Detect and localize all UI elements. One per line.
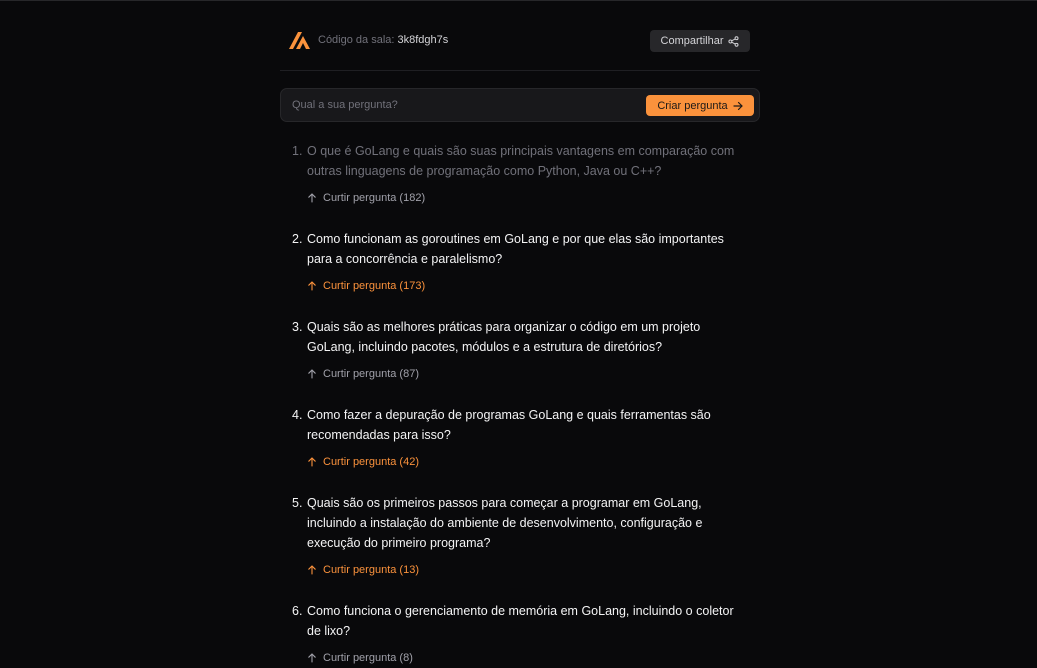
question-number: 4. xyxy=(292,408,303,422)
arrow-up-icon xyxy=(308,369,316,379)
like-button[interactable]: Curtir pergunta (173) xyxy=(307,276,750,296)
room-info: Código da sala: 3k8fdgh7s xyxy=(318,34,448,46)
question-item: 6. Como funciona o gerenciamento de memó… xyxy=(292,601,750,668)
like-label: Curtir pergunta (42) xyxy=(323,456,419,468)
arrow-right-icon xyxy=(733,101,743,110)
question-number: 6. xyxy=(292,604,303,618)
question-text: O que é GoLang e quais são suas principa… xyxy=(307,144,735,178)
question-item: 5. Quais são os primeiros passos para co… xyxy=(292,493,750,580)
share-button[interactable]: Compartilhar xyxy=(650,30,750,52)
question-list: 1. O que é GoLang e quais são suas princ… xyxy=(292,141,750,668)
arrow-up-icon xyxy=(308,281,316,291)
like-button[interactable]: Curtir pergunta (8) xyxy=(307,648,750,668)
question-item: 2. Como funcionam as goroutines em GoLan… xyxy=(292,229,750,296)
arrow-up-icon xyxy=(308,193,316,203)
question-text: Como funciona o gerenciamento de memória… xyxy=(307,604,734,638)
question-text: Quais são os primeiros passos para começ… xyxy=(307,496,703,550)
like-label: Curtir pergunta (8) xyxy=(323,652,413,664)
create-question-button[interactable]: Criar pergunta xyxy=(646,95,754,116)
top-border xyxy=(0,0,1037,1)
like-label: Curtir pergunta (182) xyxy=(323,192,426,204)
header: Código da sala: 3k8fdgh7s Compartilhar xyxy=(280,29,760,53)
like-button[interactable]: Curtir pergunta (182) xyxy=(307,188,750,208)
like-button[interactable]: Curtir pergunta (42) xyxy=(307,452,750,472)
like-button[interactable]: Curtir pergunta (13) xyxy=(307,560,750,580)
create-question-label: Criar pergunta xyxy=(657,99,728,112)
question-text: Quais são as melhores práticas para orga… xyxy=(307,320,701,354)
room-code-label: Código da sala: xyxy=(318,34,395,46)
arrow-up-icon xyxy=(308,653,316,663)
like-button[interactable]: Curtir pergunta (87) xyxy=(307,364,750,384)
question-text: Como fazer a depuração de programas GoLa… xyxy=(307,408,711,442)
share-button-label: Compartilhar xyxy=(660,35,724,47)
question-number: 5. xyxy=(292,496,303,510)
header-divider xyxy=(280,70,760,71)
question-form: Criar pergunta xyxy=(280,88,760,122)
question-text: Como funcionam as goroutines em GoLang e… xyxy=(307,232,724,266)
like-label: Curtir pergunta (87) xyxy=(323,368,419,380)
question-number: 3. xyxy=(292,320,303,334)
arrow-up-icon xyxy=(308,565,316,575)
question-item: 3. Quais são as melhores práticas para o… xyxy=(292,317,750,384)
like-label: Curtir pergunta (13) xyxy=(323,564,419,576)
app-logo-icon xyxy=(289,32,310,49)
arrow-up-icon xyxy=(308,457,316,467)
like-label: Curtir pergunta (173) xyxy=(323,280,426,292)
question-input[interactable] xyxy=(292,97,632,113)
question-number: 2. xyxy=(292,232,303,246)
share-icon xyxy=(728,35,739,47)
room-code: 3k8fdgh7s xyxy=(397,34,449,46)
question-item: 4. Como fazer a depuração de programas G… xyxy=(292,405,750,472)
question-number: 1. xyxy=(292,144,303,158)
question-item: 1. O que é GoLang e quais são suas princ… xyxy=(292,141,750,208)
